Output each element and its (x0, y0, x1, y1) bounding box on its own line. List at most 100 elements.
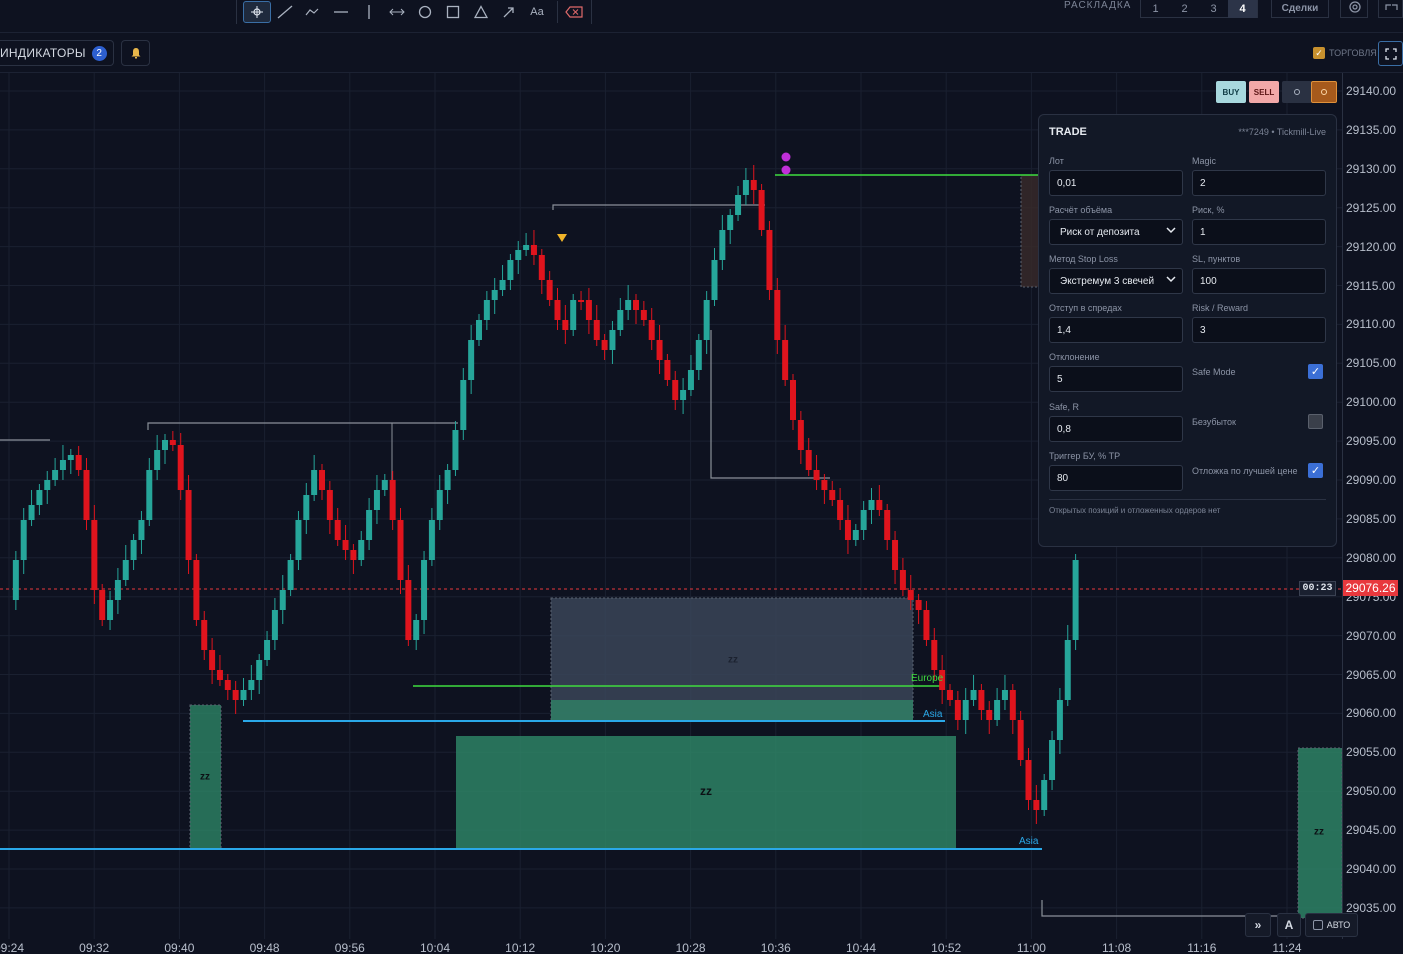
auto-scale-button[interactable]: A (1277, 913, 1301, 937)
safe-mode-label: Safe Mode (1192, 367, 1236, 377)
auto-checkbox[interactable] (1312, 920, 1323, 930)
circle-icon[interactable] (411, 1, 439, 23)
price-tick-label: 29055.00 (1346, 745, 1397, 760)
time-tick-label: 10:20 (590, 941, 621, 954)
layout-option[interactable]: 1 (1141, 0, 1170, 18)
best-price-checkbox[interactable]: ✓ (1308, 463, 1323, 478)
candle-body (1001, 690, 1008, 700)
candle-body (986, 710, 993, 720)
spread-offset-input[interactable]: 1,4 (1049, 317, 1183, 343)
candle-body (295, 520, 302, 560)
candle-body (578, 300, 585, 302)
candle-body (59, 460, 66, 470)
bell-icon (131, 48, 140, 59)
expand-icon[interactable] (1378, 0, 1403, 18)
scroll-to-latest-button[interactable]: » (1245, 913, 1271, 937)
candle-body (99, 590, 106, 620)
candle-body (342, 540, 349, 550)
time-tick-label: 10:12 (505, 941, 536, 954)
eraser-icon[interactable] (557, 1, 585, 23)
candle-body (813, 470, 820, 480)
candle-body (1009, 690, 1016, 720)
risk-reward-input[interactable]: 3 (1192, 317, 1326, 343)
candle-body (209, 650, 216, 670)
time-tick-label: 09:48 (249, 941, 280, 954)
lot-input[interactable]: 0,01 (1049, 170, 1183, 196)
candle-body (1064, 640, 1071, 700)
asia-label: Asia (1019, 836, 1039, 847)
settings-dot-button[interactable] (1282, 81, 1312, 103)
trade-checkbox[interactable]: ✓ (1313, 47, 1325, 59)
path-icon[interactable] (299, 1, 327, 23)
time-tick-label: 11:00 (1016, 941, 1046, 954)
candle-body (735, 195, 742, 215)
arrow-icon[interactable] (495, 1, 523, 23)
alerts-button[interactable] (121, 40, 150, 66)
panel-divider (1049, 499, 1326, 500)
candle-body (954, 700, 961, 720)
candle-body (201, 620, 208, 650)
settings-button[interactable] (1340, 0, 1368, 18)
trade-toggle[interactable]: ✓ ТОРГОВЛЯ (1313, 47, 1377, 59)
spread-offset-label: Отступ в спредах (1049, 303, 1122, 313)
price-tick-label: 29045.00 (1346, 823, 1397, 838)
candle-body (892, 540, 899, 570)
sl-method-select[interactable]: Экстремум 3 свечей (1049, 268, 1183, 294)
range-icon[interactable] (383, 1, 411, 23)
candle-body (138, 520, 145, 540)
candle-body (625, 300, 632, 310)
candle-body (515, 250, 522, 260)
candle-body (680, 390, 687, 400)
indicator-bar: ИНДИКАТОРЫ 2 ✓ ТОРГОВЛЯ (0, 33, 1403, 73)
sl-points-label: SL, пунктов (1192, 254, 1241, 264)
trend-line-icon[interactable] (271, 1, 299, 23)
trigger-input[interactable]: 80 (1049, 465, 1183, 491)
layout-option[interactable]: 2 (1170, 0, 1199, 18)
panel-toggle-button[interactable] (1311, 81, 1337, 103)
breakeven-checkbox[interactable] (1308, 414, 1323, 429)
candle-body (12, 560, 19, 600)
deviation-input[interactable]: 5 (1049, 366, 1183, 392)
layout-option[interactable]: 3 (1199, 0, 1228, 18)
sl-points-input[interactable]: 100 (1192, 268, 1326, 294)
deals-button[interactable]: Сделки (1271, 0, 1329, 18)
candle-body (648, 320, 655, 340)
candle-body (821, 480, 828, 490)
safe-r-input[interactable]: 0,8 (1049, 416, 1183, 442)
candle-body (947, 690, 953, 700)
layout-option[interactable]: 4 (1228, 0, 1257, 18)
indicators-button[interactable]: ИНДИКАТОРЫ 2 (0, 40, 114, 66)
candle-body (468, 340, 475, 380)
time-tick-label: 10:28 (675, 941, 706, 954)
text-tool[interactable]: Aa (523, 1, 551, 23)
candle-body (264, 640, 271, 660)
rectangle-icon[interactable] (439, 1, 467, 23)
fullscreen-icon[interactable] (1378, 41, 1403, 66)
buy-button[interactable]: BUY (1216, 81, 1246, 103)
candle-body (593, 320, 600, 340)
positions-status: Открытых позиций и отложенных ордеров не… (1049, 506, 1221, 515)
crosshair-icon[interactable] (243, 1, 271, 23)
triangle-icon[interactable] (467, 1, 495, 23)
candle-body (1049, 740, 1056, 780)
price-tick-label: 29095.00 (1346, 434, 1397, 449)
best-price-label: Отложка по лучшей цене (1192, 466, 1298, 476)
safe-mode-checkbox[interactable]: ✓ (1308, 364, 1323, 379)
candle-body (852, 530, 859, 540)
risk-input[interactable]: 1 (1192, 219, 1326, 245)
candle-body (837, 500, 844, 520)
candle-body (146, 470, 153, 520)
vertical-line-icon[interactable] (355, 1, 383, 23)
candle-body (633, 300, 639, 310)
candle-body (279, 590, 286, 610)
panel-title: TRADE (1049, 126, 1087, 138)
auto-toggle[interactable]: АВТО (1305, 913, 1358, 937)
magic-label: Magic (1192, 156, 1217, 166)
sell-button[interactable]: SELL (1249, 81, 1279, 103)
candle-body (805, 450, 812, 470)
horizontal-line-icon[interactable] (327, 1, 355, 23)
volume-calc-select[interactable]: Риск от депозита (1049, 219, 1183, 245)
magic-input[interactable]: 2 (1192, 170, 1326, 196)
sl-method-label: Метод Stop Loss (1049, 254, 1118, 264)
candle-body (185, 490, 192, 560)
